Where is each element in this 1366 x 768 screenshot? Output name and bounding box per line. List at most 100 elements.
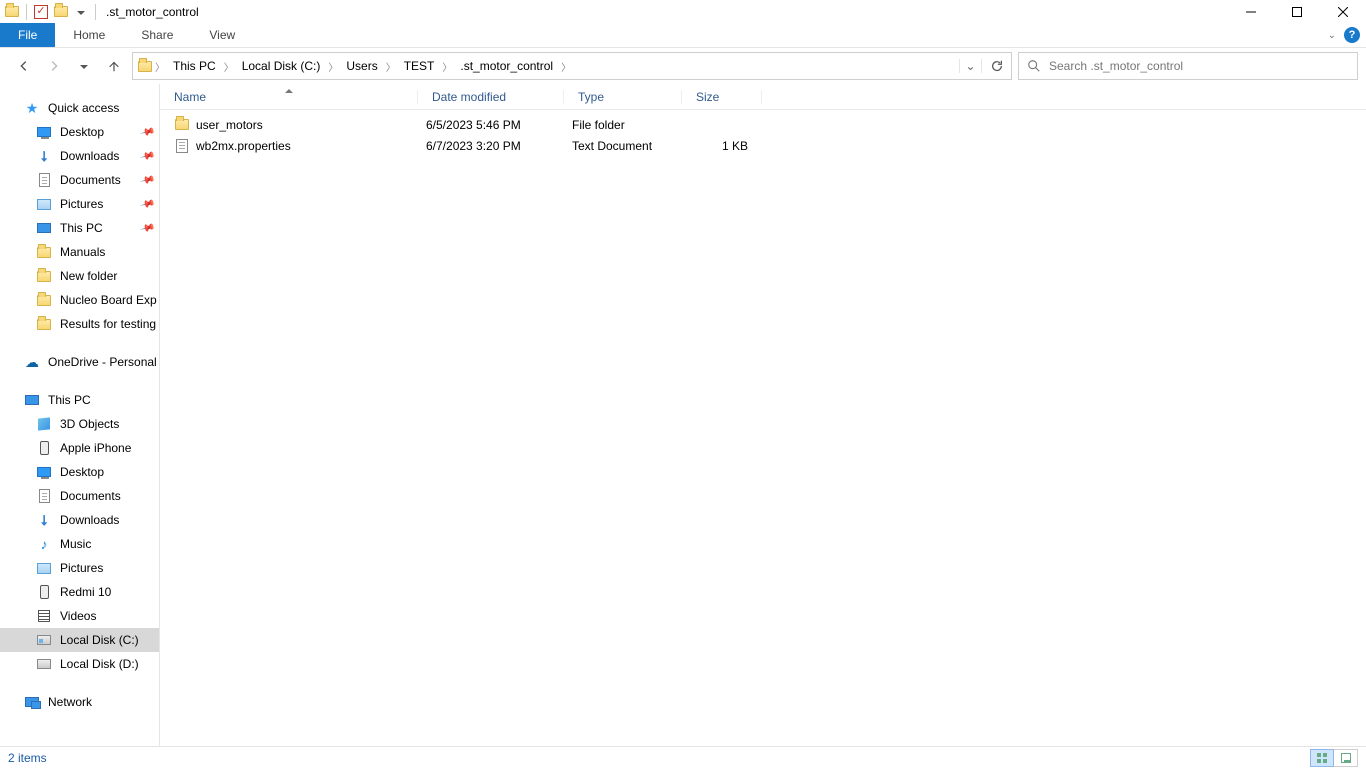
- pin-icon: 📌: [139, 220, 155, 236]
- recent-locations-button[interactable]: [72, 54, 96, 78]
- nav-item-label: Manuals: [60, 245, 105, 259]
- phone-icon: [36, 584, 52, 600]
- address-folder-icon: [137, 58, 153, 74]
- nav-item[interactable]: ⭣ Downloads: [0, 508, 159, 532]
- ribbon-tab-home[interactable]: Home: [55, 23, 123, 47]
- nav-item[interactable]: Desktop: [0, 460, 159, 484]
- pin-icon: 📌: [139, 172, 155, 188]
- crumb-st-motor-control[interactable]: .st_motor_control: [454, 53, 559, 79]
- nav-onedrive[interactable]: ☁ OneDrive - Personal: [0, 350, 159, 374]
- table-row[interactable]: wb2mx.properties6/7/2023 3:20 PMText Doc…: [160, 135, 1366, 156]
- nav-item-label: Results for testing p: [60, 317, 159, 331]
- search-icon: [1027, 59, 1041, 73]
- nav-item-label: Documents: [60, 173, 121, 187]
- nav-this-pc[interactable]: This PC: [0, 388, 159, 412]
- qat-properties-icon[interactable]: ✓: [33, 4, 49, 20]
- nav-network[interactable]: Network: [0, 690, 159, 714]
- status-bar: 2 items: [0, 746, 1366, 768]
- down-icon: ⭣: [36, 148, 52, 164]
- doc-icon: [36, 488, 52, 504]
- column-header-date[interactable]: Date modified: [418, 90, 564, 104]
- column-header-size[interactable]: Size: [682, 90, 762, 104]
- nav-item[interactable]: ♪Music: [0, 532, 159, 556]
- view-large-icons-button[interactable]: [1334, 749, 1358, 767]
- nav-item[interactable]: Nucleo Board Exp: [0, 288, 159, 312]
- 3d-icon: [36, 416, 52, 432]
- column-header-row: Name Date modified Type Size: [160, 84, 1366, 110]
- address-bar[interactable]: 〉 This PC 〉 Local Disk (C:) 〉 Users 〉 TE…: [132, 52, 1012, 80]
- address-history-button[interactable]: ⌄: [959, 59, 981, 73]
- down-icon: ⭣: [36, 512, 52, 528]
- back-button[interactable]: [12, 54, 36, 78]
- folder-icon: [36, 268, 52, 284]
- search-box[interactable]: [1018, 52, 1358, 80]
- nav-item[interactable]: Documents: [0, 484, 159, 508]
- nav-item[interactable]: Redmi 10: [0, 580, 159, 604]
- chevron-right-icon[interactable]: 〉: [559, 59, 573, 74]
- desktop-icon: [36, 124, 52, 140]
- close-button[interactable]: [1320, 0, 1366, 23]
- nav-item[interactable]: Pictures: [0, 556, 159, 580]
- view-details-button[interactable]: [1310, 749, 1334, 767]
- nav-item[interactable]: 3D Objects: [0, 412, 159, 436]
- nav-item[interactable]: Local Disk (C:): [0, 628, 159, 652]
- ribbon-tab-file[interactable]: File: [0, 23, 55, 47]
- nav-item[interactable]: ⭣Downloads📌: [0, 144, 159, 168]
- search-input[interactable]: [1049, 59, 1349, 73]
- nav-item[interactable]: Results for testing p: [0, 312, 159, 336]
- nav-item[interactable]: Videos: [0, 604, 159, 628]
- refresh-button[interactable]: [981, 59, 1011, 73]
- qat-customize-icon[interactable]: [73, 4, 89, 20]
- chevron-right-icon[interactable]: 〉: [440, 59, 454, 74]
- nav-item[interactable]: Pictures📌: [0, 192, 159, 216]
- ribbon: File Home Share View ⌄ ?: [0, 23, 1366, 48]
- ribbon-expand-icon[interactable]: ⌄: [1328, 30, 1336, 41]
- nav-item-label: Nucleo Board Exp: [60, 293, 157, 307]
- nav-item-label: Videos: [60, 609, 96, 623]
- nav-item[interactable]: Desktop📌: [0, 120, 159, 144]
- file-size: 1 KB: [682, 139, 762, 153]
- video-icon: [36, 608, 52, 624]
- maximize-button[interactable]: [1274, 0, 1320, 23]
- crumb-test[interactable]: TEST: [398, 53, 441, 79]
- nav-item[interactable]: Documents 📌: [0, 168, 159, 192]
- column-header-type[interactable]: Type: [564, 90, 682, 104]
- qat-newfolder-icon[interactable]: [53, 4, 69, 20]
- sort-ascending-icon: [285, 89, 293, 93]
- minimize-button[interactable]: [1228, 0, 1274, 23]
- column-header-name[interactable]: Name: [160, 90, 418, 104]
- nav-item-label: Local Disk (C:): [60, 633, 139, 647]
- diskc-icon: [36, 632, 52, 648]
- nav-quick-access[interactable]: ★ Quick access: [0, 96, 159, 120]
- nav-item[interactable]: This PC📌: [0, 216, 159, 240]
- file-rows: user_motors6/5/2023 5:46 PMFile folderwb…: [160, 110, 1366, 156]
- network-icon: [24, 694, 40, 710]
- nav-item[interactable]: New folder: [0, 264, 159, 288]
- up-button[interactable]: [102, 54, 126, 78]
- crumb-local-disk-c[interactable]: Local Disk (C:): [236, 53, 327, 79]
- pin-icon: 📌: [139, 196, 155, 212]
- chevron-right-icon[interactable]: 〉: [222, 59, 236, 74]
- crumb-users[interactable]: Users: [340, 53, 383, 79]
- navigation-pane[interactable]: ★ Quick access Desktop📌⭣Downloads📌Docume…: [0, 84, 160, 746]
- window-title: .st_motor_control: [106, 5, 199, 19]
- nav-item-label: Downloads: [60, 513, 119, 527]
- chevron-right-icon[interactable]: 〉: [384, 59, 398, 74]
- pc-icon: [36, 220, 52, 236]
- nav-item[interactable]: Local Disk (D:): [0, 652, 159, 676]
- file-date: 6/5/2023 5:46 PM: [418, 118, 564, 132]
- nav-item[interactable]: Manuals: [0, 240, 159, 264]
- crumb-this-pc[interactable]: This PC: [167, 53, 222, 79]
- chevron-right-icon[interactable]: 〉: [153, 59, 167, 74]
- app-folder-icon: [4, 4, 20, 20]
- forward-button[interactable]: [42, 54, 66, 78]
- nav-label: OneDrive - Personal: [48, 355, 157, 369]
- nav-item[interactable]: Apple iPhone: [0, 436, 159, 460]
- table-row[interactable]: user_motors6/5/2023 5:46 PMFile folder: [160, 114, 1366, 135]
- ribbon-tab-view[interactable]: View: [191, 23, 253, 47]
- chevron-right-icon[interactable]: 〉: [326, 59, 340, 74]
- help-icon[interactable]: ?: [1344, 27, 1360, 43]
- nav-row: 〉 This PC 〉 Local Disk (C:) 〉 Users 〉 TE…: [0, 48, 1366, 84]
- ribbon-tab-share[interactable]: Share: [123, 23, 191, 47]
- details-view-icon: [1317, 753, 1327, 763]
